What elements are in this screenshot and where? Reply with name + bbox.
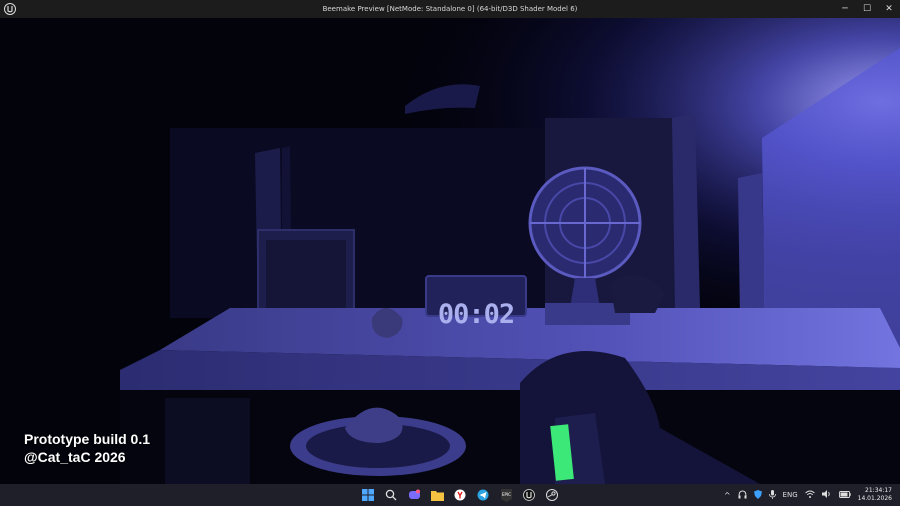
far-right-pillar <box>738 173 765 320</box>
search-icon[interactable] <box>382 486 400 504</box>
game-viewport[interactable]: 00:02 Prototype build 0.1 @Cat_taC 2026 <box>0 18 900 484</box>
author-label: @Cat_taC 2026 <box>24 449 126 465</box>
chat-icon[interactable] <box>405 486 423 504</box>
microphone-icon[interactable] <box>768 489 776 501</box>
timer-display: 00:02 <box>437 298 515 330</box>
build-label: Prototype build 0.1 <box>24 431 151 447</box>
close-button[interactable]: ✕ <box>878 0 900 18</box>
windows-start-icon[interactable] <box>359 486 377 504</box>
taskbar: EPIC ^ ENG 21:34:17 14.01.2026 <box>0 484 900 506</box>
window-title: Beemake Preview [NetMode: Standalone 0] … <box>322 5 578 13</box>
taskbar-clock[interactable]: 21:34:17 14.01.2026 <box>858 487 892 503</box>
taskbar-apps: EPIC <box>359 486 561 504</box>
wifi-icon[interactable] <box>804 490 815 500</box>
clock-time: 21:34:17 <box>865 487 892 494</box>
file-explorer-icon[interactable] <box>428 486 446 504</box>
telegram-icon[interactable] <box>474 486 492 504</box>
svg-text:EPIC: EPIC <box>502 492 511 497</box>
system-tray: ^ ENG 21:34:17 14.01.2026 <box>724 484 892 506</box>
minimize-button[interactable]: ─ <box>834 0 856 18</box>
battery-icon[interactable] <box>838 490 851 500</box>
game-scene <box>0 18 900 484</box>
chevron-up-icon[interactable]: ^ <box>724 491 731 500</box>
steam-icon[interactable] <box>543 486 561 504</box>
epic-games-icon[interactable]: EPIC <box>497 486 515 504</box>
window-titlebar[interactable]: Beemake Preview [NetMode: Standalone 0] … <box>0 0 900 18</box>
maximize-button[interactable]: ☐ <box>856 0 878 18</box>
browser-icon[interactable] <box>451 486 469 504</box>
unreal-engine-icon[interactable] <box>520 486 538 504</box>
headphones-icon[interactable] <box>738 489 747 501</box>
window-controls: ─ ☐ ✕ <box>834 0 900 18</box>
language-indicator[interactable]: ENG <box>783 491 798 499</box>
volume-icon[interactable] <box>821 490 832 500</box>
clock-date: 14.01.2026 <box>857 495 892 502</box>
unreal-engine-icon <box>4 3 16 15</box>
shield-icon[interactable] <box>753 489 762 501</box>
